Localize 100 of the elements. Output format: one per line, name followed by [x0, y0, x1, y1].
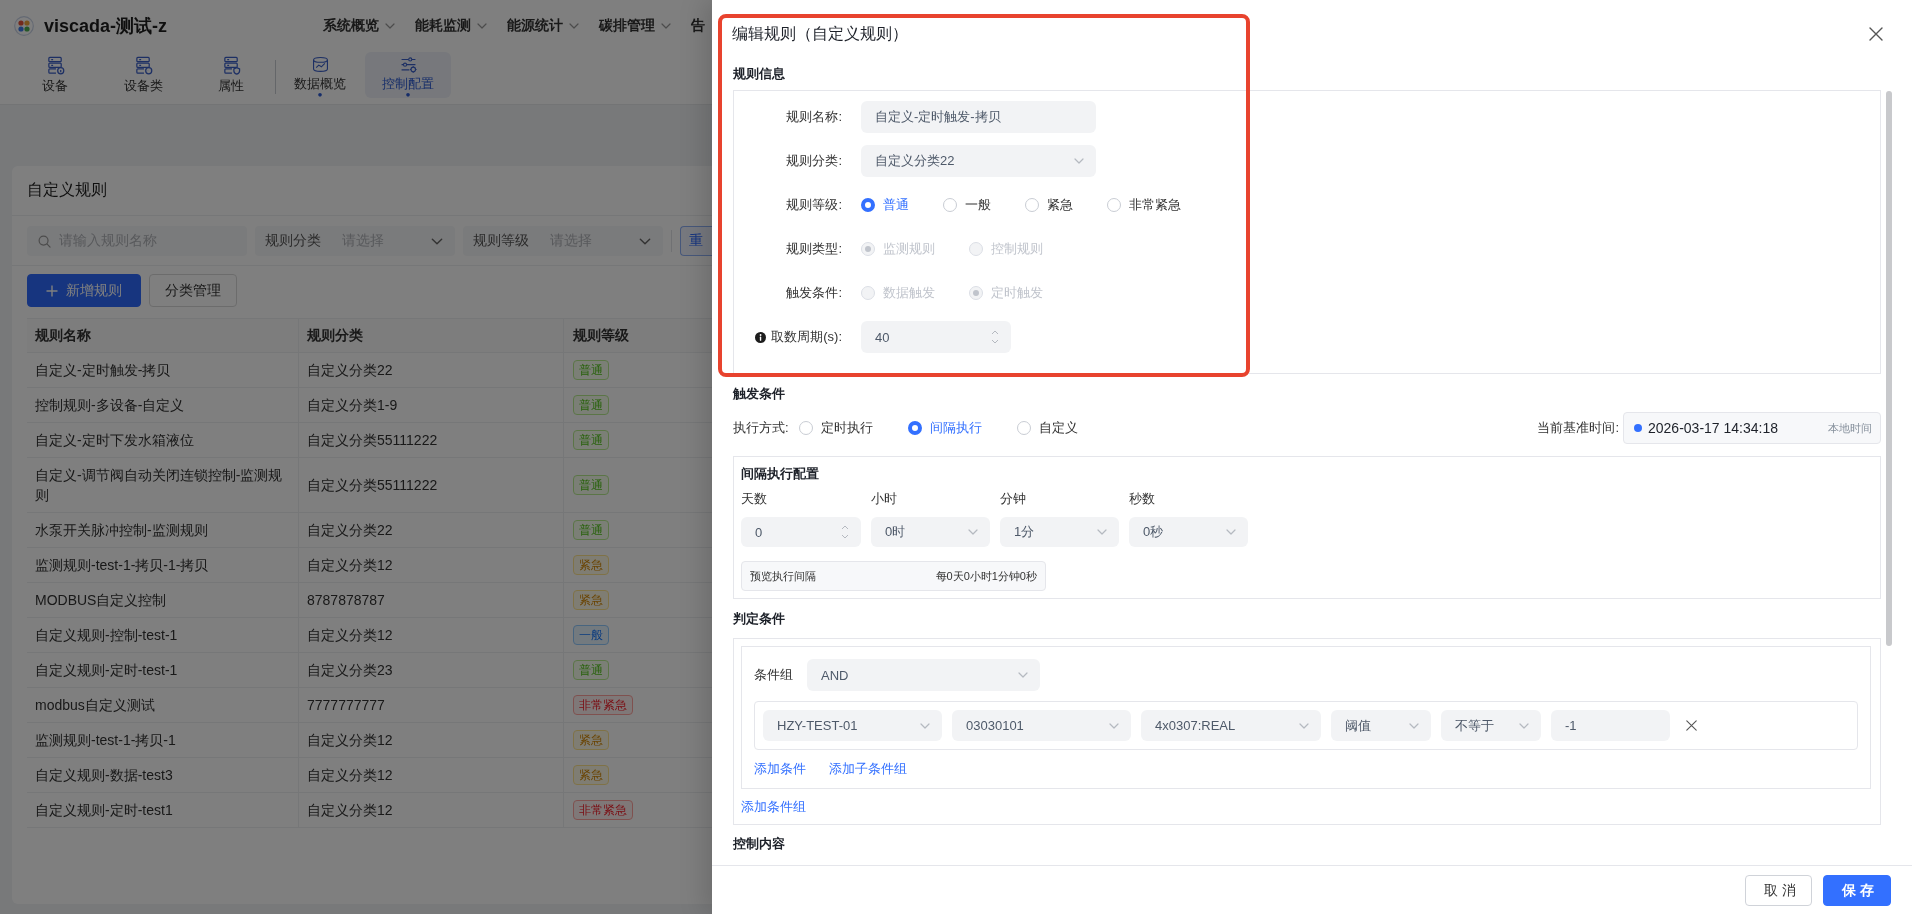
cylinder-chart-icon — [310, 56, 330, 74]
select-field[interactable]: 4x0307:REAL — [1141, 710, 1321, 741]
radio-icon[interactable] — [1016, 421, 1031, 435]
table-cell: 自定义分类12 — [299, 793, 564, 827]
time-text: 2026-03-17 14:34:18 — [1648, 420, 1779, 436]
form-label: 规则名称: — [786, 108, 842, 126]
radio-icon[interactable] — [798, 421, 813, 435]
preview-value: 每0天0小时1分钟0秒 — [935, 568, 1037, 584]
select-field[interactable]: 03030101 — [952, 710, 1131, 741]
select-field[interactable]: HZY-TEST-01 — [763, 710, 942, 741]
column-header: 规则分类 — [299, 319, 564, 352]
select-field[interactable]: AND — [807, 659, 1040, 691]
table-cell: 自定义分类55111222 — [299, 423, 564, 457]
radio-option[interactable]: 一般 — [943, 196, 991, 214]
form-label: 取数周期(s): — [771, 328, 842, 346]
table-cell: 自定义分类22 — [299, 513, 564, 547]
cancel-button[interactable]: 取消 — [1745, 875, 1812, 906]
save-button[interactable]: 保存 — [1823, 875, 1891, 906]
radio-option[interactable]: 普通 — [861, 196, 909, 214]
stepper-icon[interactable] — [841, 524, 849, 540]
table-cell: 自定义分类12 — [299, 723, 564, 757]
chevron-down-icon — [1018, 672, 1028, 678]
nav-menu[interactable]: 能耗监测 — [415, 17, 488, 35]
add-rule-button[interactable]: 新增规则 — [27, 274, 141, 307]
manage-categories-button[interactable]: 分类管理 — [149, 274, 237, 307]
priority-tag: 紧急 — [573, 555, 609, 575]
radio-option[interactable]: 紧急 — [1025, 196, 1073, 214]
close-icon[interactable] — [1869, 27, 1883, 41]
select-field[interactable]: 0秒 — [1129, 517, 1248, 547]
toolbar-button[interactable]: 属性 — [188, 52, 274, 98]
table-cell: 自定义-定时触发-拷贝 — [27, 353, 299, 387]
chevron-down-icon — [968, 529, 978, 535]
toolbar-button[interactable]: 数据概览 — [277, 52, 363, 98]
chevron-down-icon — [1519, 722, 1529, 729]
radio-icon[interactable] — [1107, 198, 1121, 212]
search-icon — [38, 234, 51, 248]
section-heading: 判定条件 — [733, 610, 786, 628]
form-label: 当前基准时间: — [1537, 419, 1619, 437]
form-label: 触发条件: — [786, 284, 842, 302]
text-field[interactable]: 自定义-定时触发-拷贝 — [861, 101, 1096, 133]
number-field[interactable]: 40 — [861, 321, 1011, 353]
form-label: 规则等级: — [786, 196, 842, 214]
table-cell: 自定义分类12 — [299, 618, 564, 652]
number-field[interactable]: 0 — [741, 517, 861, 547]
chevron-down-icon — [1299, 722, 1309, 729]
table-cell: 控制规则-多设备-自定义 — [27, 388, 299, 422]
select-field[interactable]: 0时 — [871, 517, 990, 547]
priority-tag: 非常紧急 — [573, 800, 633, 820]
text-link[interactable]: 添加子条件组 — [829, 759, 907, 779]
priority-tag: 紧急 — [573, 765, 609, 785]
radio-option[interactable]: 自定义 — [1016, 419, 1078, 437]
radio-icon[interactable] — [907, 421, 922, 435]
table-cell: 监测规则-test-1-拷贝-1 — [27, 723, 299, 757]
select-field[interactable]: 阈值 — [1331, 710, 1431, 741]
toolbar-button[interactable]: 设备类 — [100, 52, 186, 98]
form-label: 规则分类: — [786, 152, 842, 170]
radio-option[interactable]: 非常紧急 — [1107, 196, 1181, 214]
text-link[interactable]: 添加条件组 — [741, 799, 806, 814]
close-icon[interactable] — [1686, 720, 1697, 731]
table-cell: 水泵开关脉冲控制-监测规则 — [27, 513, 299, 547]
table-cell: MODBUS自定义控制 — [27, 583, 299, 617]
dot-icon — [1634, 424, 1642, 432]
chevron-down-icon — [1409, 722, 1419, 729]
text-field[interactable]: -1 — [1551, 710, 1670, 741]
priority-tag: 普通 — [573, 395, 609, 415]
chevron-down-icon — [1074, 158, 1084, 164]
radio-icon[interactable] — [943, 198, 957, 212]
radio-icon[interactable] — [861, 198, 875, 212]
table-cell: 自定义规则-定时-test1 — [27, 793, 299, 827]
select-field[interactable]: 不等于 — [1441, 710, 1541, 741]
form-label: 规则类型: — [786, 240, 842, 258]
radio-option[interactable]: 间隔执行 — [907, 419, 982, 437]
preview-label: 预览执行间隔 — [750, 568, 816, 584]
toolbar-button[interactable]: 设备 — [12, 52, 98, 98]
text-link[interactable]: 添加条件 — [754, 759, 806, 779]
server-info-icon — [45, 56, 65, 75]
nav-menu[interactable]: 系统概览 — [323, 17, 396, 35]
priority-tag: 非常紧急 — [573, 695, 633, 715]
scrollbar-thumb[interactable] — [1886, 91, 1892, 646]
nav-menu[interactable]: 告 — [691, 17, 706, 35]
field-label: 秒数 — [1129, 491, 1155, 506]
form-label: 执行方式: — [733, 419, 789, 437]
app-title: viscada-测试-z — [44, 15, 168, 38]
priority-tag: 普通 — [573, 660, 609, 680]
toolbar-button[interactable]: 控制配置 — [365, 52, 451, 98]
priority-tag: 普通 — [573, 430, 609, 450]
radio-option[interactable]: 定时执行 — [798, 419, 873, 437]
table-cell: 自定义分类12 — [299, 548, 564, 582]
section-heading: 触发条件 — [733, 385, 786, 403]
field-label: 小时 — [871, 491, 897, 506]
field-label: 天数 — [741, 491, 767, 506]
select-field[interactable]: 1分 — [1000, 517, 1119, 547]
table-cell: 自定义规则-定时-test-1 — [27, 653, 299, 687]
select-field[interactable]: 自定义分类22 — [861, 145, 1096, 177]
panel-heading: 间隔执行配置 — [741, 465, 820, 483]
stepper-icon[interactable] — [991, 329, 999, 345]
nav-menu[interactable]: 碳排管理 — [599, 17, 672, 35]
nav-menu[interactable]: 能源统计 — [507, 17, 580, 35]
filter-button[interactable]: 重 — [680, 226, 712, 256]
radio-icon[interactable] — [1025, 198, 1039, 212]
